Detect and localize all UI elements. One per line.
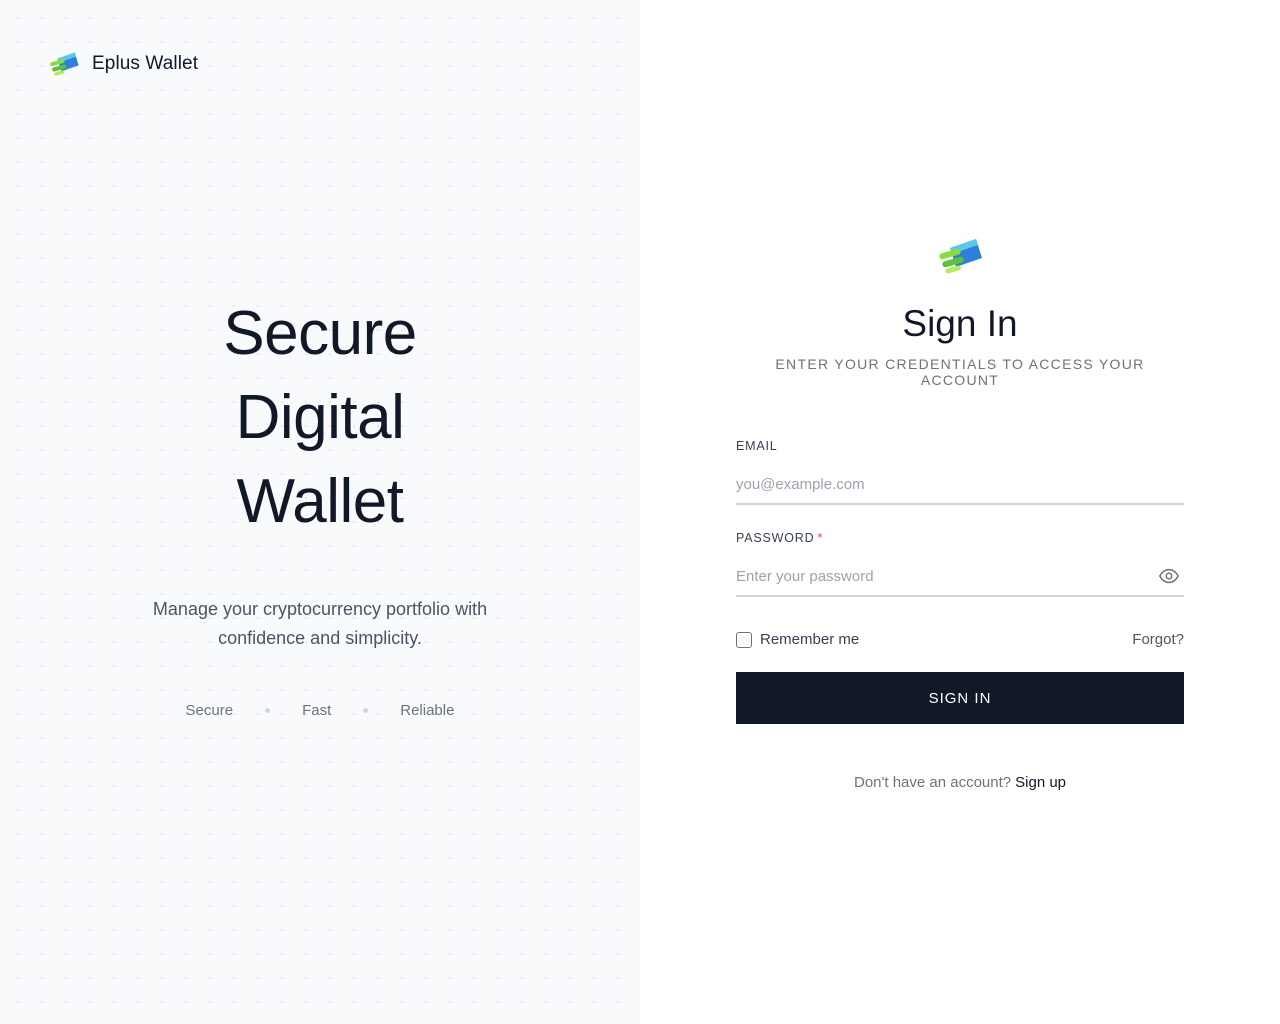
signup-prompt: Don't have an account? [853, 774, 1012, 791]
feature-secure: Secure [185, 702, 234, 719]
hero-title-line: Digital [235, 383, 405, 452]
remember-checkbox[interactable] [736, 631, 752, 648]
form-title: Sign In [902, 303, 1018, 344]
brand: Eplus Wallet [48, 50, 198, 78]
brand-name: Eplus Wallet [92, 53, 199, 74]
remember-label: Remember me [760, 631, 860, 648]
hero-subtitle: Manage your cryptocurrency portfolio wit… [152, 599, 488, 648]
email-label: EMAIL [736, 439, 1184, 453]
sign-in-button[interactable]: SIGN IN [736, 672, 1184, 724]
hero-title-line: Secure [223, 299, 417, 368]
email-field[interactable] [736, 465, 1184, 503]
required-mark: * [817, 531, 824, 545]
form-subtitle: ENTER YOUR CREDENTIALS TO ACCESS YOUR AC… [775, 356, 1145, 388]
hero-title: Secure Digital Wallet [0, 292, 640, 544]
wallet-logo-icon [939, 239, 982, 274]
password-label-text: PASSWORD [736, 531, 815, 545]
separator-dot [265, 708, 271, 713]
sign-up-link[interactable]: Sign up [1015, 774, 1066, 791]
form-logo [736, 236, 1184, 276]
email-label-text: EMAIL [736, 439, 778, 453]
feature-reliable: Reliable [400, 702, 455, 719]
signup-row: Don't have an account? Sign up [736, 774, 1184, 791]
eye-icon[interactable] [1158, 565, 1180, 587]
options-row: Remember me Forgot? [736, 631, 1184, 648]
separator-dot [363, 708, 369, 713]
password-label: PASSWORD * [736, 531, 1184, 545]
feature-fast: Fast [302, 702, 332, 719]
forgot-password-link[interactable]: Forgot? [1132, 631, 1184, 648]
password-field-row [736, 557, 1184, 597]
wallet-logo-icon [50, 52, 79, 76]
left-panel: Eplus Wallet Secure Digital Wallet Manag… [0, 0, 640, 1024]
feature-list: Secure Fast Reliable [0, 702, 640, 719]
signin-form: Sign In ENTER YOUR CREDENTIALS TO ACCESS… [736, 236, 1184, 791]
password-field[interactable] [736, 557, 1184, 595]
email-field-row [736, 465, 1184, 505]
hero-title-line: Wallet [236, 467, 404, 536]
remember-me[interactable]: Remember me [736, 631, 859, 648]
